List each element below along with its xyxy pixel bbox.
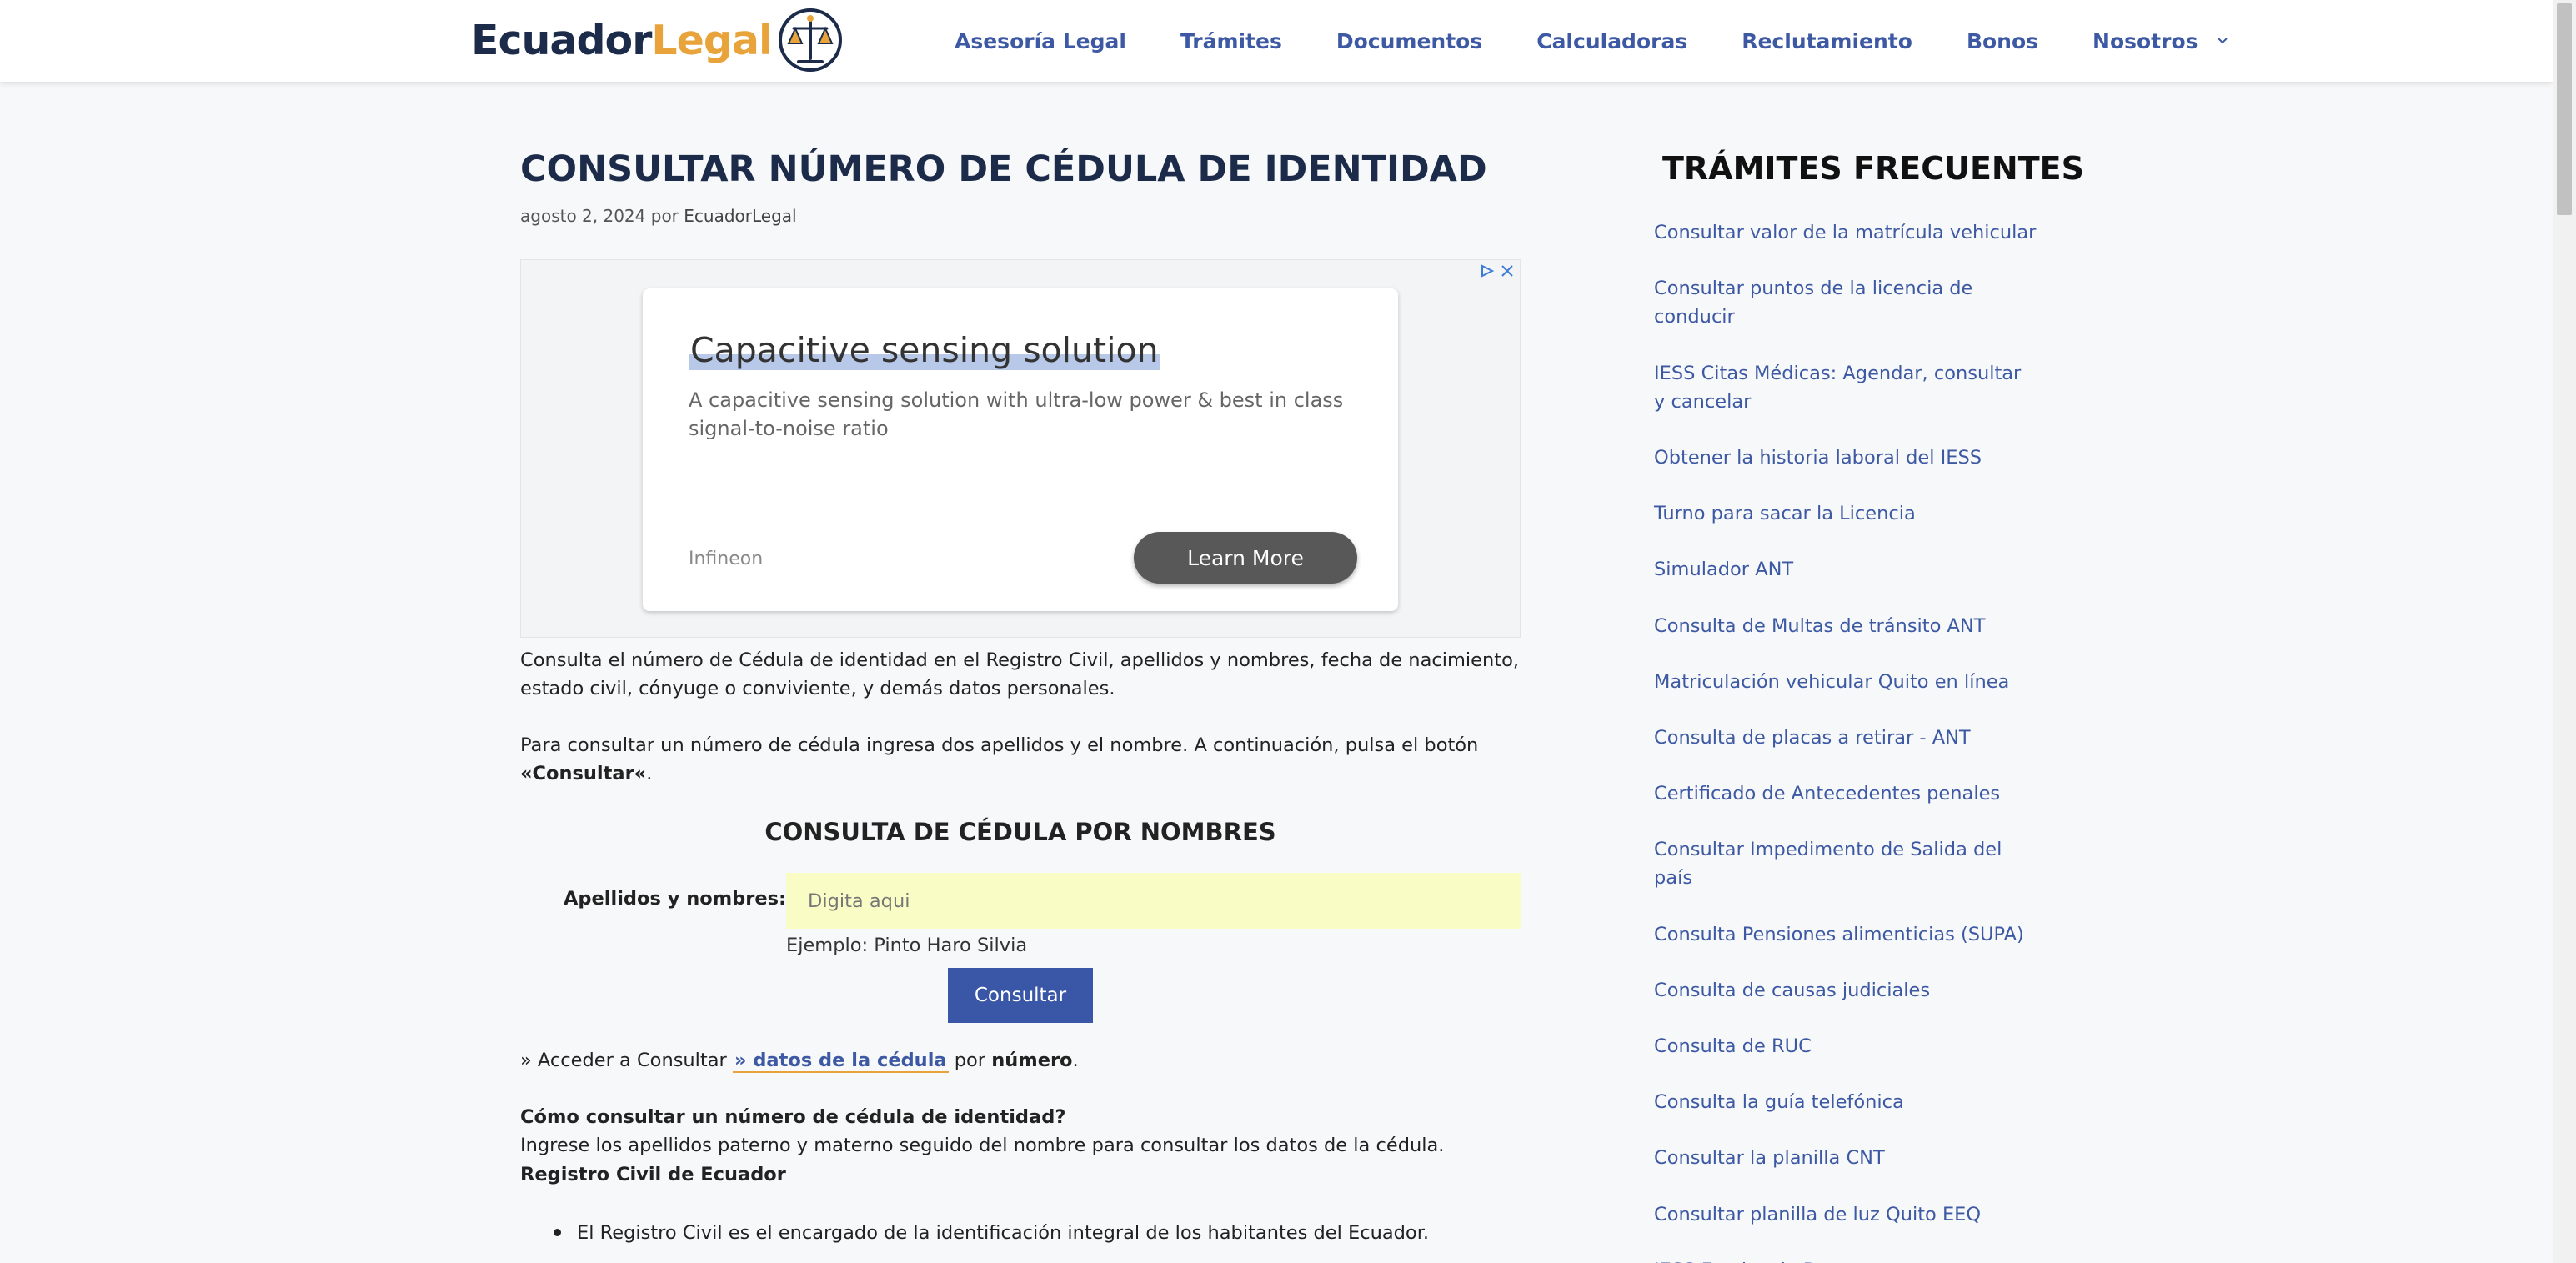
adchoices-icon[interactable] [1480, 263, 1495, 278]
sidebar-link[interactable]: Certificado de Antecedentes penales [1654, 779, 2037, 808]
alt-search-bold: número [991, 1050, 1073, 1072]
name-search-input[interactable] [786, 873, 1521, 930]
faq-answer: Ingrese los apellidos paterno y materno … [520, 1135, 1445, 1157]
logo-text-ecuador: Ecuador [471, 16, 652, 64]
alt-search-prefix: » Acceder a Consultar [520, 1050, 733, 1072]
chevron-down-icon [2217, 38, 2228, 44]
article: CONSULTAR NÚMERO DE CÉDULA DE IDENTIDAD … [520, 148, 1521, 1247]
alt-search-end: . [1072, 1050, 1079, 1072]
sidebar-link[interactable]: IESS Citas Médicas: Agendar, consultar y… [1654, 359, 2037, 416]
instruction-text: Para consultar un número de cédula ingre… [520, 734, 1479, 756]
info-list: El Registro Civil es el encargado de la … [554, 1219, 1521, 1247]
form-title: CONSULTA DE CÉDULA POR NOMBRES [764, 818, 1276, 847]
sidebar-link[interactable]: Consultar la planilla CNT [1654, 1144, 2037, 1172]
vertical-scrollbar[interactable] [2553, 0, 2576, 1263]
input-example: Ejemplo: Pinto Haro Silvia [786, 935, 1028, 957]
sidebar-link[interactable]: Consultar puntos de la licencia de condu… [1654, 274, 2037, 331]
sidebar-link[interactable]: Simulador ANT [1654, 555, 2037, 584]
name-field-label: Apellidos y nombres: [564, 888, 786, 910]
ad-learn-more-button[interactable]: Learn More [1134, 532, 1357, 584]
button-wrapper: Consultar [520, 968, 1521, 1024]
alt-search-paragraph: » Acceder a Consultar » datos de la cédu… [520, 1046, 1521, 1075]
sidebar-link[interactable]: Consultar Impedimento de Salida del país [1654, 835, 2037, 892]
site-logo[interactable]: EcuadorLegal [471, 7, 844, 73]
ad-card[interactable]: Capacitive sensing solution A capacitive… [643, 288, 1398, 612]
intro-paragraph: Consulta el número de Cédula de identida… [520, 649, 1519, 700]
ad-description: A capacitive sensing solution with ultra… [689, 388, 1344, 440]
site-header: EcuadorLegal Asesoría Legal Trámites Doc… [0, 0, 2553, 82]
page-title: CONSULTAR NÚMERO DE CÉDULA DE IDENTIDAD [520, 148, 1487, 190]
sidebar-link[interactable]: Consulta de Multas de tránsito ANT [1654, 612, 2037, 640]
section-heading: Registro Civil de Ecuador [520, 1163, 786, 1185]
sidebar-title: TRÁMITES FRECUENTES [1662, 150, 2084, 187]
scrollbar-thumb[interactable] [2557, 3, 2572, 215]
name-search-form: Apellidos y nombres: [520, 873, 1521, 931]
close-icon[interactable] [1500, 263, 1515, 278]
nav-tramites[interactable]: Trámites [1180, 29, 1282, 53]
datos-cedula-link[interactable]: » datos de la cédula [732, 1050, 949, 1074]
ad-container: Capacitive sensing solution A capacitive… [520, 259, 1521, 639]
sidebar-link[interactable]: Consultar planilla de luz Quito EEQ [1654, 1200, 2037, 1229]
sidebar-link[interactable]: Consultar valor de la matrícula vehicula… [1654, 218, 2037, 247]
faq-block: Cómo consultar un número de cédula de id… [520, 1103, 1521, 1189]
nav-asesoria-legal[interactable]: Asesoría Legal [955, 29, 1126, 53]
sidebar-link[interactable]: IESS Fondos de Reserva [1654, 1256, 2037, 1263]
alt-search-mid: por [948, 1050, 992, 1072]
nav-calculadoras[interactable]: Calculadoras [1536, 29, 1687, 53]
ad-choices[interactable] [1480, 263, 1515, 278]
sidebar: TRÁMITES FRECUENTES Consultar valor de l… [1654, 150, 2084, 1263]
post-author-link[interactable]: EcuadorLegal [684, 206, 796, 226]
ad-headline[interactable]: Capacitive sensing solution [689, 330, 1160, 371]
sidebar-link[interactable]: Turno para sacar la Licencia [1654, 499, 2037, 528]
logo-text: EcuadorLegal [471, 16, 773, 64]
sidebar-link[interactable]: Matriculación vehicular Quito en línea [1654, 668, 2037, 696]
sidebar-link[interactable]: Consulta de causas judiciales [1654, 976, 2037, 1005]
instruction-paragraph: Para consultar un número de cédula ingre… [520, 731, 1521, 788]
consultar-button[interactable]: Consultar [948, 968, 1093, 1024]
list-item: El Registro Civil es el encargado de la … [554, 1219, 1521, 1247]
logo-text-legal: Legal [651, 16, 772, 64]
sidebar-link[interactable]: Obtener la historia laboral del IESS [1654, 444, 2037, 472]
faq-question: Cómo consultar un número de cédula de id… [520, 1106, 1066, 1129]
ad-brand: Infineon [689, 549, 764, 570]
sidebar-links: Consultar valor de la matrícula vehicula… [1654, 218, 2037, 1263]
sidebar-link[interactable]: Consulta la guía telefónica [1654, 1088, 2037, 1116]
nav-nosotros-label: Nosotros [2092, 28, 2198, 53]
nav-documentos[interactable]: Documentos [1336, 29, 1482, 53]
scales-of-justice-icon [778, 8, 842, 72]
main-nav: Asesoría Legal Trámites Documentos Calcu… [955, 0, 2228, 82]
instruction-end: . [646, 762, 653, 784]
nav-nosotros[interactable]: Nosotros [2092, 29, 2228, 53]
nav-bonos[interactable]: Bonos [1967, 29, 2038, 53]
nav-reclutamiento[interactable]: Reclutamiento [1742, 29, 1912, 53]
instruction-bold: «Consultar« [520, 762, 647, 784]
sidebar-link[interactable]: Consulta de placas a retirar - ANT [1654, 724, 2037, 752]
post-by: por [650, 206, 679, 227]
post-meta: agosto 2, 2024 por EcuadorLegal [520, 206, 1521, 226]
sidebar-link[interactable]: Consulta Pensiones alimenticias (SUPA) [1654, 920, 2037, 949]
post-date: agosto 2, 2024 [520, 206, 646, 227]
sidebar-link[interactable]: Consulta de RUC [1654, 1032, 2037, 1060]
